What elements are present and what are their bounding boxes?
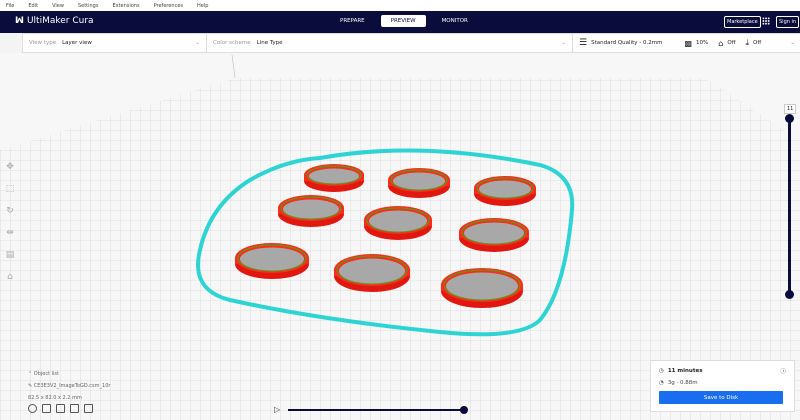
- menu-file[interactable]: File: [6, 3, 14, 9]
- color-scheme-select[interactable]: Color scheme Line Type ⌄: [207, 34, 573, 52]
- rotate-tool-icon[interactable]: ↻: [4, 206, 16, 218]
- app-logo: ꟽ UltiMaker Cura: [15, 16, 94, 26]
- move-tool-icon[interactable]: ✥: [4, 162, 16, 174]
- front-view-icon[interactable]: [42, 404, 51, 413]
- menu-extensions[interactable]: Extensions: [112, 3, 139, 9]
- tab-monitor[interactable]: MONITOR: [432, 15, 478, 27]
- color-scheme-value: Line Type: [256, 40, 283, 46]
- right-view-icon[interactable]: [84, 404, 93, 413]
- 3d-view-icon[interactable]: [28, 404, 37, 413]
- marketplace-button[interactable]: Marketplace: [724, 16, 761, 28]
- object-list-label: Object list: [33, 371, 59, 377]
- view-type-select[interactable]: View type Layer view ⌄: [23, 34, 207, 52]
- quality-value: Standard Quality - 0.2mm: [591, 40, 663, 46]
- mirror-tool-icon[interactable]: ⇹: [4, 228, 16, 240]
- object-name[interactable]: CE3E3V2_ImageToGD.csm_10r: [34, 383, 111, 389]
- scale-tool-icon[interactable]: ⬚: [4, 184, 16, 196]
- object-list-toggle[interactable]: ⌃ Object list: [28, 368, 110, 380]
- tab-prepare[interactable]: PREPARE: [330, 15, 375, 27]
- layer-slider[interactable]: [788, 117, 791, 295]
- ring-part[interactable]: [459, 218, 529, 252]
- settings-sliders-icon: ☰: [579, 38, 588, 48]
- play-icon[interactable]: ▷: [274, 405, 280, 414]
- menu-settings[interactable]: Settings: [78, 3, 99, 9]
- path-slider-handle[interactable]: [460, 406, 468, 414]
- ring-part[interactable]: [441, 268, 523, 308]
- menu-view[interactable]: View: [52, 3, 64, 9]
- spool-icon: ◔: [659, 380, 664, 386]
- clock-icon: ◷: [659, 368, 664, 374]
- adhesion-value: Off: [753, 40, 762, 46]
- object-info: ⌃ Object list ✎ CE3E3V2_ImageToGD.csm_10…: [28, 368, 110, 404]
- ring-part[interactable]: [278, 195, 344, 227]
- tool-panel: ✥ ⬚ ↻ ⇹ ▤ ⌂: [4, 162, 16, 284]
- ring-part[interactable]: [474, 176, 536, 206]
- edit-icon: ✎: [28, 383, 33, 389]
- ring-part[interactable]: [235, 243, 309, 279]
- adhesion-icon: ⤓: [745, 38, 749, 47]
- layer-slider-bottom-handle[interactable]: [785, 290, 794, 299]
- print-summary-panel: ◷ 11 minutes ⓘ ◔ 3g · 0.88m Save to Disk: [650, 360, 795, 412]
- header: ꟽ UltiMaker Cura PREPARE PREVIEW MONITOR …: [0, 11, 800, 33]
- object-dimensions: 82.5 x 82.0 x 2.2 mm: [28, 395, 82, 401]
- menu-edit[interactable]: Edit: [28, 3, 38, 9]
- sign-in-button[interactable]: Sign in: [776, 16, 800, 28]
- logo-icon: ꟽ: [15, 16, 24, 26]
- menu-bar: File Edit View Settings Extensions Prefe…: [0, 0, 800, 11]
- app-title: UltiMaker Cura: [26, 16, 94, 26]
- view-type-label: View type: [29, 40, 57, 46]
- ring-part[interactable]: [304, 164, 364, 192]
- chevron-down-icon: ⌄: [561, 40, 566, 46]
- infill-icon: ▩: [684, 38, 693, 48]
- layer-slider-top-handle[interactable]: [785, 114, 794, 123]
- top-view-icon[interactable]: [56, 404, 65, 413]
- menu-help[interactable]: Help: [197, 3, 208, 9]
- print-settings-button[interactable]: ☰ Standard Quality - 0.2mm ▩ 10% ⌂ Off ⤓ Of…: [573, 34, 800, 52]
- material-usage: 3g · 0.88m: [667, 380, 698, 386]
- infill-value: 10%: [696, 40, 709, 46]
- path-slider[interactable]: [288, 409, 464, 411]
- tab-preview[interactable]: PREVIEW: [380, 15, 426, 27]
- chevron-down-icon: ⌄: [790, 40, 795, 46]
- ring-part[interactable]: [334, 254, 410, 292]
- info-icon[interactable]: ⓘ: [780, 367, 786, 375]
- support-icon: ⌂: [718, 38, 724, 48]
- ring-part[interactable]: [388, 168, 450, 198]
- support-value: Off: [727, 40, 736, 46]
- layer-number[interactable]: 11: [784, 104, 797, 114]
- left-view-icon[interactable]: [70, 404, 79, 413]
- save-to-disk-button[interactable]: Save to Disk: [659, 391, 783, 404]
- view-type-value: Layer view: [62, 40, 92, 46]
- apps-grid-icon[interactable]: [762, 17, 770, 25]
- color-scheme-label: Color scheme: [213, 40, 251, 46]
- print-time: 11 minutes: [667, 368, 703, 374]
- per-model-settings-icon[interactable]: ▤: [4, 250, 16, 262]
- support-blocker-icon[interactable]: ⌂: [4, 272, 16, 284]
- chevron-down-icon: ⌄: [195, 40, 200, 46]
- ring-part[interactable]: [364, 206, 432, 240]
- menu-preferences[interactable]: Preferences: [154, 3, 183, 9]
- view-toolbar: View type Layer view ⌄ Color scheme Line Ty…: [22, 33, 800, 53]
- camera-views: [28, 404, 93, 413]
